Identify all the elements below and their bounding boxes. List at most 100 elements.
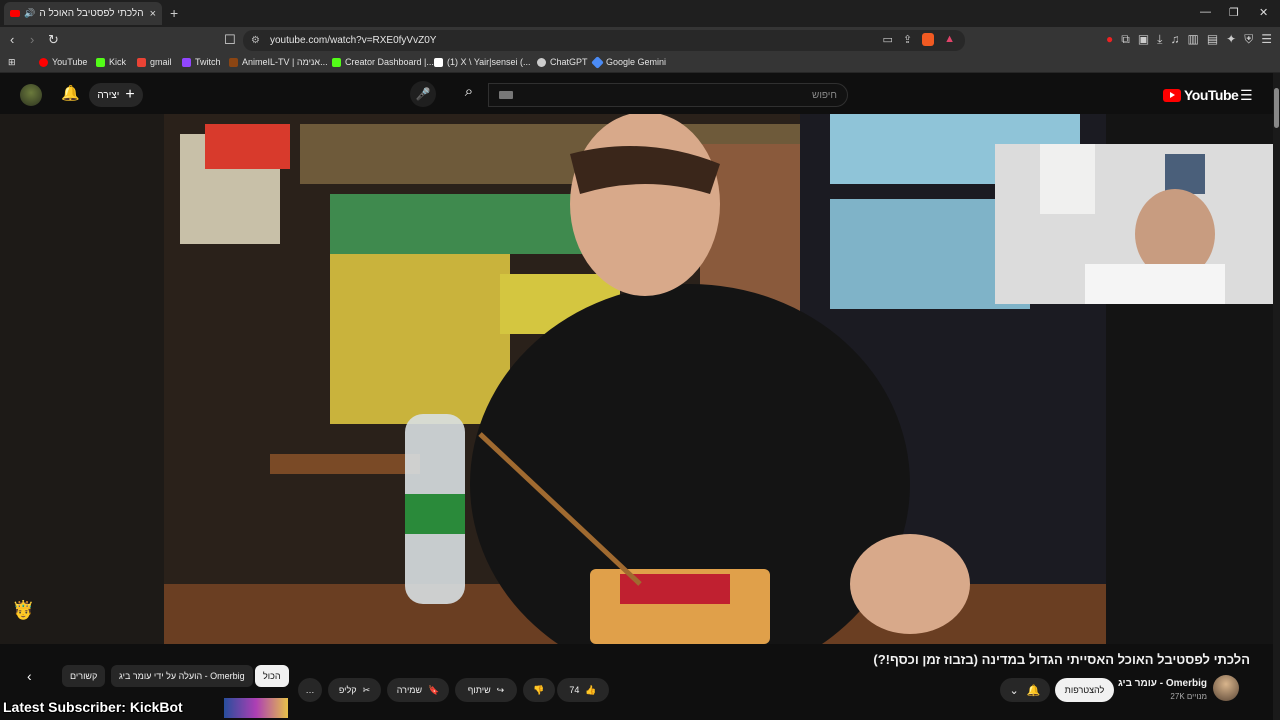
extensions-icon[interactable]: ⧉ <box>1121 32 1130 47</box>
search-input[interactable]: חיפוש <box>488 83 848 107</box>
channel-name[interactable]: עומר ביג - Omerbig <box>1118 678 1207 689</box>
speaker-icon[interactable]: 🔊 <box>24 8 35 19</box>
voice-search-mic-icon[interactable]: 🎤 <box>410 81 436 107</box>
leo-ai-icon[interactable]: ✦ <box>1226 32 1236 47</box>
youtube-favicon-icon <box>10 10 20 17</box>
like-button[interactable]: 74 👍 <box>557 678 609 702</box>
dislike-button[interactable]: 👎 <box>523 678 555 702</box>
search-icon[interactable]: ⌕ <box>450 83 488 107</box>
chips-scroll-left-icon[interactable]: ‹ <box>27 668 32 684</box>
twitch-icon <box>182 57 191 67</box>
brave-shield-icon[interactable] <box>922 33 935 46</box>
bookmark-x[interactable]: (1) X \ Yair|sensei (... <box>434 57 531 67</box>
bookmark-chatgpt[interactable]: ChatGPT <box>537 57 588 67</box>
share-page-icon[interactable]: ⇪ <box>903 33 912 46</box>
gmail-icon <box>137 57 146 67</box>
chip-all[interactable]: הכול <box>255 665 289 687</box>
address-bar-row: ‹ › ↻ ☐ ⚙ youtube.com/watch?v=RXE0fyVvZ0… <box>0 27 1280 53</box>
apps-icon[interactable]: ⊞ <box>8 57 16 68</box>
join-button[interactable]: להצטרפות <box>1055 678 1114 702</box>
chatgpt-icon <box>537 57 546 67</box>
share-label: שיתוף <box>467 685 491 695</box>
video-frame <box>0 114 1273 644</box>
pip-icon[interactable]: ▭ <box>882 33 892 46</box>
bookmark-twitch[interactable]: Twitch <box>182 57 221 67</box>
kick-icon <box>332 57 341 67</box>
notifications-bell-icon[interactable]: 🔔 <box>61 84 80 102</box>
thumbs-up-icon: 👍 <box>585 684 597 695</box>
menu-icon[interactable]: ☰ <box>1261 32 1272 47</box>
bookmark-animeil[interactable]: AnimeIL-TV | אנימה... <box>229 57 328 67</box>
create-button[interactable]: יצירה + <box>89 83 143 107</box>
video-player[interactable] <box>0 114 1273 644</box>
bookmarks-bar: ⊞ YouTube Kick gmail Twitch AnimeIL-TV |… <box>0 53 1280 73</box>
bookmark-creator-dashboard[interactable]: Creator Dashboard |... <box>332 57 434 67</box>
subscriber-count: 27K מנויים <box>1170 692 1207 701</box>
browser-tab-active[interactable]: 🔊 הלכתי לפסטיבל האוכל האסיי… × <box>4 2 162 25</box>
guide-menu-icon[interactable]: ☰ <box>1240 87 1253 104</box>
gemini-icon <box>591 55 604 69</box>
restore-button[interactable]: ❐ <box>1229 6 1239 19</box>
bookmark-youtube[interactable]: YouTube <box>39 57 87 67</box>
save-button[interactable]: שמירה 🔖 <box>387 678 449 702</box>
crown-icon: 🤴 <box>12 600 35 620</box>
share-icon: ↪ <box>496 684 505 695</box>
clip-button[interactable]: קליפ ✂ <box>328 678 381 702</box>
scrollbar-thumb[interactable] <box>1274 88 1279 128</box>
close-window-button[interactable]: ✕ <box>1259 6 1268 19</box>
bookmark-kick[interactable]: Kick <box>96 57 126 67</box>
chip-related[interactable]: קשורים <box>62 665 106 687</box>
screenshot-icon[interactable]: ▣ <box>1138 32 1149 47</box>
url-field[interactable]: ⚙ youtube.com/watch?v=RXE0fyVvZ0Y ▭ ⇪ ▲ <box>243 30 965 51</box>
like-count: 74 <box>569 685 580 695</box>
keyboard-icon[interactable] <box>499 91 513 99</box>
forward-icon[interactable]: › <box>30 32 34 47</box>
bookmark-gemini[interactable]: Google Gemini <box>591 55 666 69</box>
wallet-icon[interactable]: ▤ <box>1207 32 1218 47</box>
brave-rewards-icon[interactable]: ▲ <box>944 33 955 46</box>
stream-overlay-latest-subscriber: Latest Subscriber: KickBot <box>3 699 183 715</box>
download-icon[interactable]: ⤓ <box>1157 32 1162 47</box>
tab-title: הלכתי לפסטיבל האוכל האסיי… <box>39 8 144 19</box>
bookmark-save-icon: 🔖 <box>428 684 440 695</box>
url-text: youtube.com/watch?v=RXE0fyVvZ0Y <box>269 35 437 46</box>
more-dots-icon: … <box>305 685 315 695</box>
reload-icon[interactable]: ↻ <box>48 32 59 48</box>
new-tab-button[interactable]: + <box>170 5 178 21</box>
chevron-down-icon: ⌄ <box>1009 684 1019 697</box>
thumbs-down-icon: 👎 <box>533 684 545 695</box>
create-label: יצירה <box>97 89 120 101</box>
back-icon[interactable]: ‹ <box>10 32 14 47</box>
bookmark-gmail[interactable]: gmail <box>137 57 172 67</box>
clip-label: קליפ <box>338 685 357 695</box>
media-icon[interactable]: ♫ <box>1170 32 1179 47</box>
vpn-icon[interactable]: ● <box>1106 32 1113 47</box>
sidebar-icon[interactable]: ▥ <box>1187 32 1198 47</box>
kick-icon <box>96 57 105 67</box>
plus-icon: + <box>125 86 135 103</box>
minimize-button[interactable]: — <box>1200 6 1211 18</box>
vpn-shield-icon[interactable]: ⛨ <box>1244 32 1253 47</box>
subscribed-button[interactable]: ⌄ 🔔 <box>1000 678 1050 702</box>
youtube-icon <box>39 57 48 67</box>
recommended-video-thumbnail[interactable] <box>224 698 288 718</box>
tab-close-icon[interactable]: × <box>150 8 156 20</box>
page-scrollbar[interactable] <box>1273 73 1280 720</box>
youtube-logo[interactable]: YouTube <box>1163 87 1239 103</box>
browser-tab-bar: 🔊 הלכתי לפסטיבל האוכל האסיי… × + — ❐ ✕ <box>0 0 1280 27</box>
youtube-header: 🔔 יצירה + 🎤 ⌕ חיפוש YouTube ☰ <box>0 73 1280 114</box>
site-info-icon[interactable]: ⚙ <box>251 35 260 46</box>
bookmark-icon[interactable]: ☐ <box>224 32 236 48</box>
anime-icon <box>229 57 238 67</box>
bell-icon: 🔔 <box>1026 684 1041 697</box>
more-actions-button[interactable]: … <box>298 678 322 702</box>
chip-uploaded-by[interactable]: הועלה על ידי עומר ביג - Omerbig <box>111 665 253 687</box>
search-placeholder: חיפוש <box>812 89 837 101</box>
save-label: שמירה <box>396 685 423 695</box>
account-avatar[interactable] <box>20 84 42 106</box>
video-info-section: הלכתי לפסטיבל האוכל האסייתי הגדול במדינה… <box>0 644 1273 720</box>
scissors-icon: ✂ <box>362 684 371 695</box>
channel-avatar[interactable] <box>1213 675 1239 701</box>
video-title: הלכתי לפסטיבל האוכל האסייתי הגדול במדינה… <box>873 652 1250 667</box>
share-button[interactable]: שיתוף ↪ <box>455 678 517 702</box>
